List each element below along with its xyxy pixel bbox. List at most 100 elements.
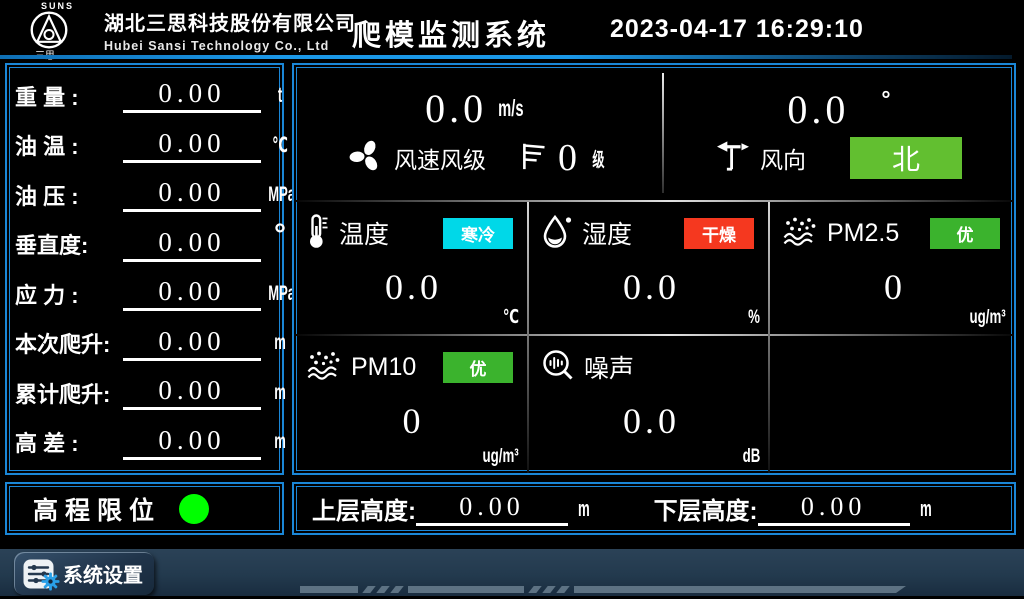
datetime-display: 2023-04-17 16:29:10 xyxy=(610,15,864,44)
stripe-slash xyxy=(390,586,403,593)
footer-decorative-stripes xyxy=(300,586,906,593)
status-badge: 优 xyxy=(443,352,513,383)
measure-row-weight: 重 量 : 0.00 t xyxy=(15,71,282,121)
sensor-head: PM2.5 优 xyxy=(782,214,1008,252)
wind-direction-label: 风向 xyxy=(760,141,806,175)
sensor-head: PM10 优 xyxy=(306,348,521,386)
stripe-bar xyxy=(574,586,906,593)
measure-label: 重 量 : xyxy=(15,80,123,112)
sensor-unit: ug/m³ xyxy=(483,446,519,468)
measure-unit: MPa xyxy=(268,183,292,207)
sensor-head: 温度 寒冷 xyxy=(306,214,521,252)
system-settings-button[interactable]: 系统设置 xyxy=(14,552,154,595)
measure-value: 0.00 xyxy=(123,326,261,361)
elevation-status-indicator xyxy=(179,494,209,524)
sensor-unit: ug/m³ xyxy=(970,307,1006,329)
wind-level-unit: 级 xyxy=(592,145,604,172)
company-name-en: Hubei Sansi Technology Co., Ltd xyxy=(104,39,356,53)
wind-level-line: 风速风级 0 级 xyxy=(348,136,608,180)
stripe-slash xyxy=(362,586,375,593)
lower-height-label: 下层高度: xyxy=(654,491,758,526)
header-accent-line xyxy=(0,55,1012,59)
lower-height-unit: m xyxy=(920,496,932,522)
sensor-head: 噪声 xyxy=(541,348,762,386)
stripe-slash xyxy=(556,586,569,593)
company-logo: SUNS 三思 xyxy=(26,0,108,60)
measure-row-height-diff: 高 差 : 0.00 m xyxy=(15,418,282,468)
measure-row-oil-pressure: 油 压 : 0.00 MPa xyxy=(15,170,282,220)
status-badge: 寒冷 xyxy=(443,218,513,249)
status-badge: 优 xyxy=(930,218,1000,249)
status-badge: 干燥 xyxy=(684,218,754,249)
wind-speed-label: 风速风级 xyxy=(394,141,486,175)
wind-speed-value-line: 0.0 m/s xyxy=(425,85,531,132)
measure-value: 0.00 xyxy=(123,227,261,262)
sensor-value: 0 xyxy=(306,400,521,442)
sensor-value: 0 xyxy=(782,266,1008,308)
wind-speed-section: 0.0 m/s 风速风级 xyxy=(294,65,662,200)
layer-heights-box: 上层高度: 0.00 m 下层高度: 0.00 m xyxy=(292,482,1016,535)
sensor-unit: ℃ xyxy=(503,306,519,329)
sensor-cell-pm25: PM2.5 优 0 ug/m³ xyxy=(770,202,1014,334)
measure-label: 应 力 : xyxy=(15,278,123,310)
sensor-unit: % xyxy=(748,307,760,329)
measure-row-current-climb: 本次爬升: 0.00 m xyxy=(15,319,282,369)
sensor-name: 温度 xyxy=(339,215,389,251)
sensor-name: 湿度 xyxy=(582,215,632,251)
measurements-panel: 重 量 : 0.00 t 油 温 : 0.00 ℃ 油 压 : 0.00 MPa… xyxy=(5,63,284,475)
settings-button-label: 系统设置 xyxy=(63,559,143,588)
sensor-cell-temperature: 温度 寒冷 0.0 ℃ xyxy=(294,202,527,334)
measure-unit: m xyxy=(268,331,292,355)
dust-particles-icon xyxy=(782,215,818,252)
sensor-value: 0.0 xyxy=(541,266,762,308)
wind-direction-button[interactable]: 北 xyxy=(850,137,962,179)
measure-label: 垂直度: xyxy=(15,228,123,260)
sound-magnifier-icon xyxy=(541,348,575,387)
sensor-cell-empty xyxy=(770,336,1014,473)
fan-icon xyxy=(348,138,384,179)
wind-direction-section: 0.0 ° 风向 北 xyxy=(664,65,1014,200)
header-bar: SUNS 三思 湖北三思科技股份有限公司 Hubei Sansi Technol… xyxy=(0,0,1024,60)
gear-icon xyxy=(41,572,60,596)
lower-height-value: 0.00 xyxy=(758,492,910,526)
measure-value: 0.00 xyxy=(123,425,261,460)
sliders-gear-icon xyxy=(23,559,54,589)
measure-unit: t xyxy=(268,84,292,108)
measure-row-verticality: 垂直度: 0.00 ° xyxy=(15,220,282,270)
measure-label: 本次爬升: xyxy=(15,327,123,359)
page-title: 爬模监测系统 xyxy=(352,12,550,54)
measure-label: 高 差 : xyxy=(15,426,123,458)
measure-label: 油 压 : xyxy=(15,179,123,211)
wind-direction-value: 0.0 xyxy=(787,86,849,133)
sensor-value: 0.0 xyxy=(541,400,762,442)
elevation-limit-label: 高程限位 xyxy=(33,491,161,527)
measure-row-stress: 应 力 : 0.00 MPa xyxy=(15,269,282,319)
upper-height-unit: m xyxy=(578,496,590,522)
wind-vane-icon xyxy=(716,140,750,177)
wind-level-value: 0 xyxy=(558,136,579,180)
sensor-unit: dB xyxy=(742,446,760,468)
wind-speed-value: 0.0 xyxy=(425,85,487,132)
sensor-name: PM2.5 xyxy=(827,219,899,248)
measure-value: 0.00 xyxy=(123,375,261,410)
sensor-value: 0.0 xyxy=(306,266,521,308)
upper-height-label: 上层高度: xyxy=(312,491,416,526)
company-name: 湖北三思科技股份有限公司 Hubei Sansi Technology Co.,… xyxy=(104,7,356,53)
measure-label: 油 温 : xyxy=(15,129,123,161)
measure-unit: ℃ xyxy=(268,133,292,158)
measure-unit: m xyxy=(268,430,292,454)
measure-unit: m xyxy=(268,381,292,405)
measure-value: 0.00 xyxy=(123,78,261,113)
sensor-cell-noise: 噪声 0.0 dB xyxy=(529,336,768,473)
company-name-cn: 湖北三思科技股份有限公司 xyxy=(104,7,356,36)
wind-direction-line: 风向 北 xyxy=(716,137,962,179)
wind-speed-unit: m/s xyxy=(498,95,523,122)
measure-value: 0.00 xyxy=(123,177,261,212)
dust-particles-icon xyxy=(306,349,342,386)
measure-value: 0.00 xyxy=(123,128,261,163)
droplet-icon xyxy=(541,214,573,253)
footer-bar: 系统设置 xyxy=(0,549,1024,596)
lower-height-group: 下层高度: 0.00 m xyxy=(654,491,940,526)
wind-flag-icon xyxy=(520,140,548,177)
stripe-bar xyxy=(408,586,524,593)
